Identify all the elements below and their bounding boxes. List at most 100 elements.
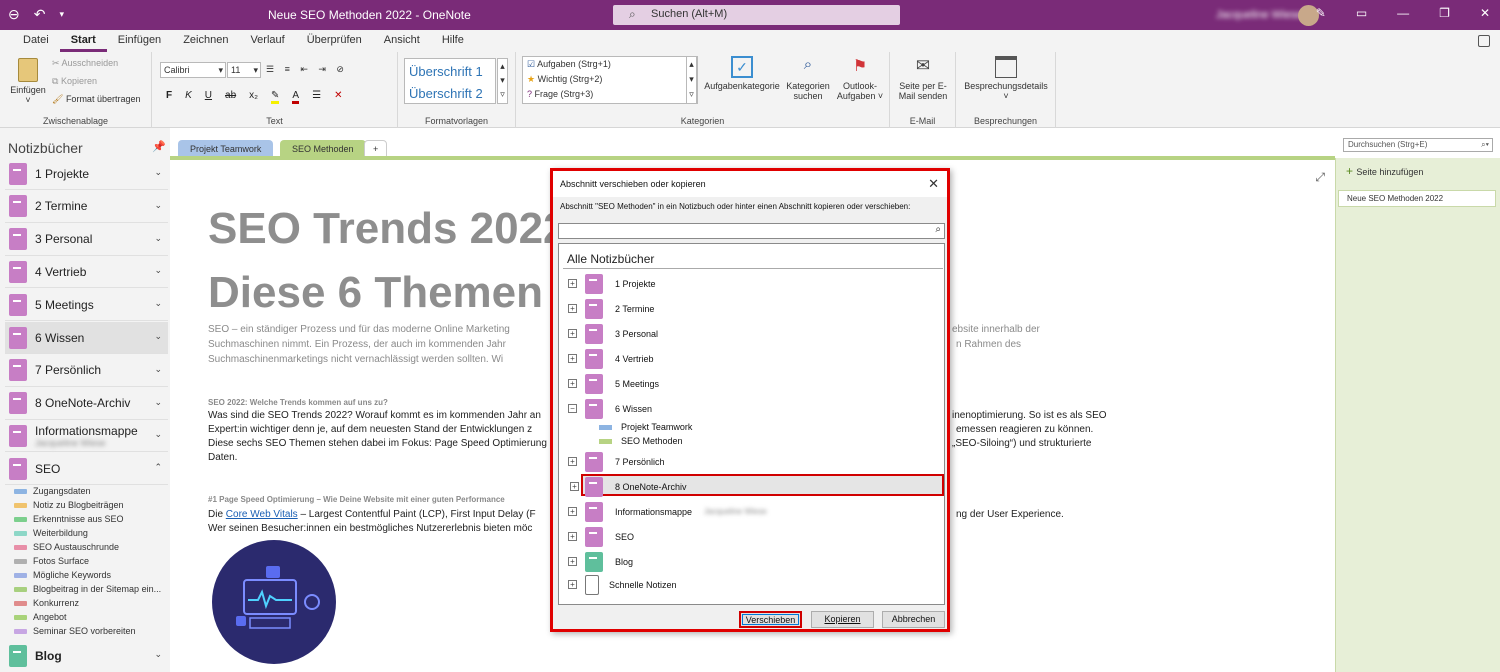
notebook-item[interactable]: 1 Projekte ⌄: [5, 158, 168, 190]
tree-notebook-item[interactable]: +4 Vertrieb: [559, 348, 944, 370]
cancel-button[interactable]: Abbrechen: [882, 611, 945, 628]
highlight-icon[interactable]: ✎: [271, 90, 280, 104]
expand-icon[interactable]: +: [568, 457, 577, 466]
tree-notebook-item[interactable]: +5 Meetings: [559, 373, 944, 395]
section-item[interactable]: Fotos Surface: [14, 554, 89, 568]
tab-start[interactable]: Start: [59, 30, 107, 52]
add-page-button[interactable]: + Seite hinzufügen: [1346, 164, 1423, 178]
tree-section-item[interactable]: SEO Methoden: [599, 434, 683, 448]
tab-ansicht[interactable]: Ansicht: [373, 30, 431, 52]
notebook-item[interactable]: Informationsmappe ⌄ Jacqueline Wiese: [5, 420, 168, 453]
chevron-down-icon[interactable]: ⌄: [154, 265, 162, 276]
expand-icon[interactable]: +: [568, 557, 577, 566]
back-icon[interactable]: ⊖: [8, 6, 20, 23]
maximize-icon[interactable]: ❐: [1439, 6, 1450, 20]
task-tag-button[interactable]: ✓ Aufgabenkategorie: [700, 56, 784, 91]
tag-important[interactable]: ★ Wichtig (Strg+2): [527, 74, 693, 89]
chevron-down-icon[interactable]: ⌄: [154, 364, 162, 375]
tab-hilfe[interactable]: Hilfe: [431, 30, 475, 52]
tree-notebook-item[interactable]: +3 Personal: [559, 323, 944, 345]
expand-icon[interactable]: +: [568, 279, 577, 288]
expand-icon[interactable]: +: [568, 354, 577, 363]
list-buttons[interactable]: ☰ ≡ ⇤ ⇥ ⊘: [266, 64, 348, 75]
expand-icon[interactable]: +: [568, 304, 577, 313]
close-icon[interactable]: ✕: [1480, 6, 1490, 20]
notebook-item[interactable]: 2 Termine ⌄: [5, 191, 168, 223]
minimize-icon[interactable]: —: [1397, 6, 1409, 20]
tree-notebook-item[interactable]: +1 Projekte: [559, 273, 944, 295]
notebook-search-input[interactable]: Durchsuchen (Strg+E) ⌕▾: [1343, 138, 1493, 152]
collapse-icon[interactable]: −: [568, 404, 577, 413]
feedback-icon[interactable]: [1478, 35, 1490, 47]
page-item[interactable]: Neue SEO Methoden 2022: [1338, 190, 1496, 207]
tree-notebook-item[interactable]: +7 Persönlich: [559, 451, 944, 473]
notebook-blog[interactable]: Blog ⌄: [5, 640, 168, 672]
strikethrough-button[interactable]: ab: [225, 90, 236, 104]
tab-ueberpruefen[interactable]: Überprüfen: [296, 30, 373, 52]
tree-section-item[interactable]: Projekt Teamwork: [599, 420, 692, 434]
style-h1[interactable]: Überschrift 1: [409, 61, 491, 83]
section-item[interactable]: Seminar SEO vorbereiten: [14, 624, 136, 638]
notebook-item[interactable]: 7 Persönlich ⌄: [5, 355, 168, 387]
notebook-item[interactable]: 4 Vertrieb ⌄: [5, 256, 168, 289]
subscript-button[interactable]: x₂: [249, 90, 258, 104]
dialog-search-input[interactable]: ⌕: [558, 223, 945, 239]
expand-icon[interactable]: +: [570, 482, 579, 491]
find-tags-button[interactable]: ⌕ Kategorien suchen: [784, 56, 832, 101]
notebook-item[interactable]: 8 OneNote-Archiv ⌄: [5, 388, 168, 420]
notebook-item[interactable]: SEO ⌃: [5, 453, 168, 486]
expand-icon[interactable]: +: [568, 329, 577, 338]
notebook-item[interactable]: 5 Meetings ⌄: [5, 289, 168, 322]
format-painter-button[interactable]: 🖌 Format übertragen: [52, 94, 140, 105]
expand-icon[interactable]: +: [568, 532, 577, 541]
tags-scroll[interactable]: ▴ ▾ ▿: [686, 56, 697, 104]
quick-access-dropdown-icon[interactable]: ▾: [59, 6, 64, 23]
section-item[interactable]: Konkurrenz: [14, 596, 79, 610]
move-button[interactable]: Verschieben: [739, 611, 802, 628]
styles-gallery[interactable]: Überschrift 1 Überschrift 2: [404, 58, 496, 104]
chevron-down-icon[interactable]: ⌄: [154, 298, 162, 309]
section-item[interactable]: Erkenntnisse aus SEO: [14, 512, 124, 526]
section-item[interactable]: Zugangsdaten: [14, 484, 91, 498]
section-item[interactable]: SEO Austauschrunde: [14, 540, 119, 554]
font-select[interactable]: Calibri ▾: [160, 62, 226, 78]
chevron-down-icon[interactable]: ⌄: [154, 331, 162, 342]
tree-notebook-item[interactable]: + Schnelle Notizen: [559, 574, 944, 596]
tags-gallery[interactable]: ☑ Aufgaben (Strg+1) ★ Wichtig (Strg+2) ?…: [522, 56, 698, 104]
tab-datei[interactable]: Datei: [12, 30, 60, 52]
tree-notebook-item[interactable]: + SEO: [559, 526, 944, 548]
styles-scroll[interactable]: ▴ ▾ ▿: [497, 58, 508, 104]
style-h2[interactable]: Überschrift 2: [409, 83, 491, 105]
tree-notebook-item[interactable]: + Informationsmappe Jacqueline Wiese: [559, 501, 944, 523]
chevron-up-icon[interactable]: ⌃: [154, 462, 162, 473]
section-item[interactable]: Weiterbildung: [14, 526, 88, 540]
outlook-tasks-button[interactable]: ⚑ Outlook- Aufgaben ˅: [834, 56, 886, 101]
tree-notebook-item[interactable]: +2 Termine: [559, 298, 944, 320]
tree-notebook-item-selected[interactable]: +8 OneNote-Archiv: [570, 474, 944, 497]
chevron-down-icon[interactable]: ⌄: [154, 233, 162, 244]
notebook-item[interactable]: 6 Wissen ⌄: [5, 322, 168, 354]
tree-notebook-item[interactable]: + Blog: [559, 551, 944, 573]
ribbon-display-icon[interactable]: ▭: [1356, 6, 1367, 20]
copy-button[interactable]: Kopieren: [811, 611, 874, 628]
font-size-select[interactable]: 11 ▾: [227, 62, 261, 78]
tab-einfuegen[interactable]: Einfügen: [107, 30, 172, 52]
expand-icon[interactable]: +: [568, 379, 577, 388]
section-item[interactable]: Blogbeitrag in der Sitemap ein...: [14, 582, 161, 596]
chevron-down-icon[interactable]: ⌄: [154, 200, 162, 211]
email-page-button[interactable]: ✉ Seite per E- Mail senden: [892, 56, 954, 101]
pin-icon[interactable]: 📌: [152, 140, 166, 153]
font-color-icon[interactable]: A: [292, 90, 300, 104]
underline-button[interactable]: U: [205, 90, 212, 104]
core-web-vitals-link[interactable]: Core Web Vitals: [226, 509, 298, 520]
user-name[interactable]: Jacqueline Wiese: [1216, 9, 1302, 21]
cut-button[interactable]: ✂ Ausschneiden: [52, 58, 118, 69]
expand-icon[interactable]: +: [568, 507, 577, 516]
chevron-down-icon[interactable]: ⌄: [154, 397, 162, 408]
expand-icon[interactable]: ⤢: [1315, 170, 1325, 185]
bold-button[interactable]: F: [166, 90, 172, 104]
italic-button[interactable]: K: [185, 90, 192, 104]
expand-icon[interactable]: +: [568, 580, 577, 589]
section-item[interactable]: Mögliche Keywords: [14, 568, 111, 582]
tag-task[interactable]: ☑ Aufgaben (Strg+1): [527, 59, 693, 74]
